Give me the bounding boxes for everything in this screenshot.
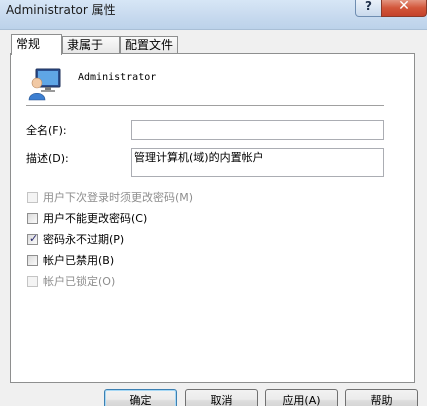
fullname-label: 全名(F): (26, 124, 67, 137)
checkbox-box[interactable] (27, 192, 38, 203)
username-label: Administrator (78, 72, 157, 83)
close-button[interactable]: ✕ (381, 0, 427, 17)
question-icon: ? (365, 0, 372, 13)
checkbox-label: 帐户已锁定(O) (43, 275, 116, 288)
close-icon: ✕ (398, 0, 410, 14)
tab-general[interactable]: 常规 (11, 34, 62, 55)
cancel-button[interactable]: 取消 (185, 389, 258, 406)
window-title: Administrator 属性 (6, 3, 116, 17)
divider (26, 105, 384, 107)
fullname-input[interactable] (131, 120, 384, 140)
tab-profile[interactable]: 配置文件 (120, 36, 178, 54)
checkbox-box[interactable] (27, 255, 38, 266)
tab-member-of[interactable]: 隶属于 (62, 36, 120, 54)
checkbox-box[interactable]: ✓ (27, 232, 39, 245)
help-button[interactable]: 帮助 (345, 389, 418, 406)
checkbox-label: 密码永不过期(P) (43, 233, 125, 246)
title-bar[interactable]: Administrator 属性 ? ✕ (0, 0, 427, 30)
checkbox-box[interactable] (27, 213, 38, 224)
description-label: 描述(D): (26, 152, 69, 165)
checkbox-label: 帐户已禁用(B) (43, 254, 115, 267)
ok-button[interactable]: 确定 (104, 389, 177, 406)
user-monitor-icon (28, 68, 61, 101)
checkbox-label: 用户不能更改密码(C) (43, 212, 148, 225)
help-title-button[interactable]: ? (355, 0, 382, 17)
checkbox-label: 用户下次登录时须更改密码(M) (43, 191, 194, 204)
general-tab-panel: Administrator 全名(F): 描述(D): 管理计算机(域)的内置帐… (10, 53, 415, 383)
description-input[interactable]: 管理计算机(域)的内置帐户 (131, 148, 384, 177)
checkmark-icon: ✓ (29, 232, 39, 245)
apply-button[interactable]: 应用(A) (265, 389, 338, 406)
properties-dialog: Administrator 属性 ? ✕ 隶属于 配置文件 常规 Adminis… (0, 0, 427, 406)
checkbox-box[interactable] (27, 276, 38, 287)
